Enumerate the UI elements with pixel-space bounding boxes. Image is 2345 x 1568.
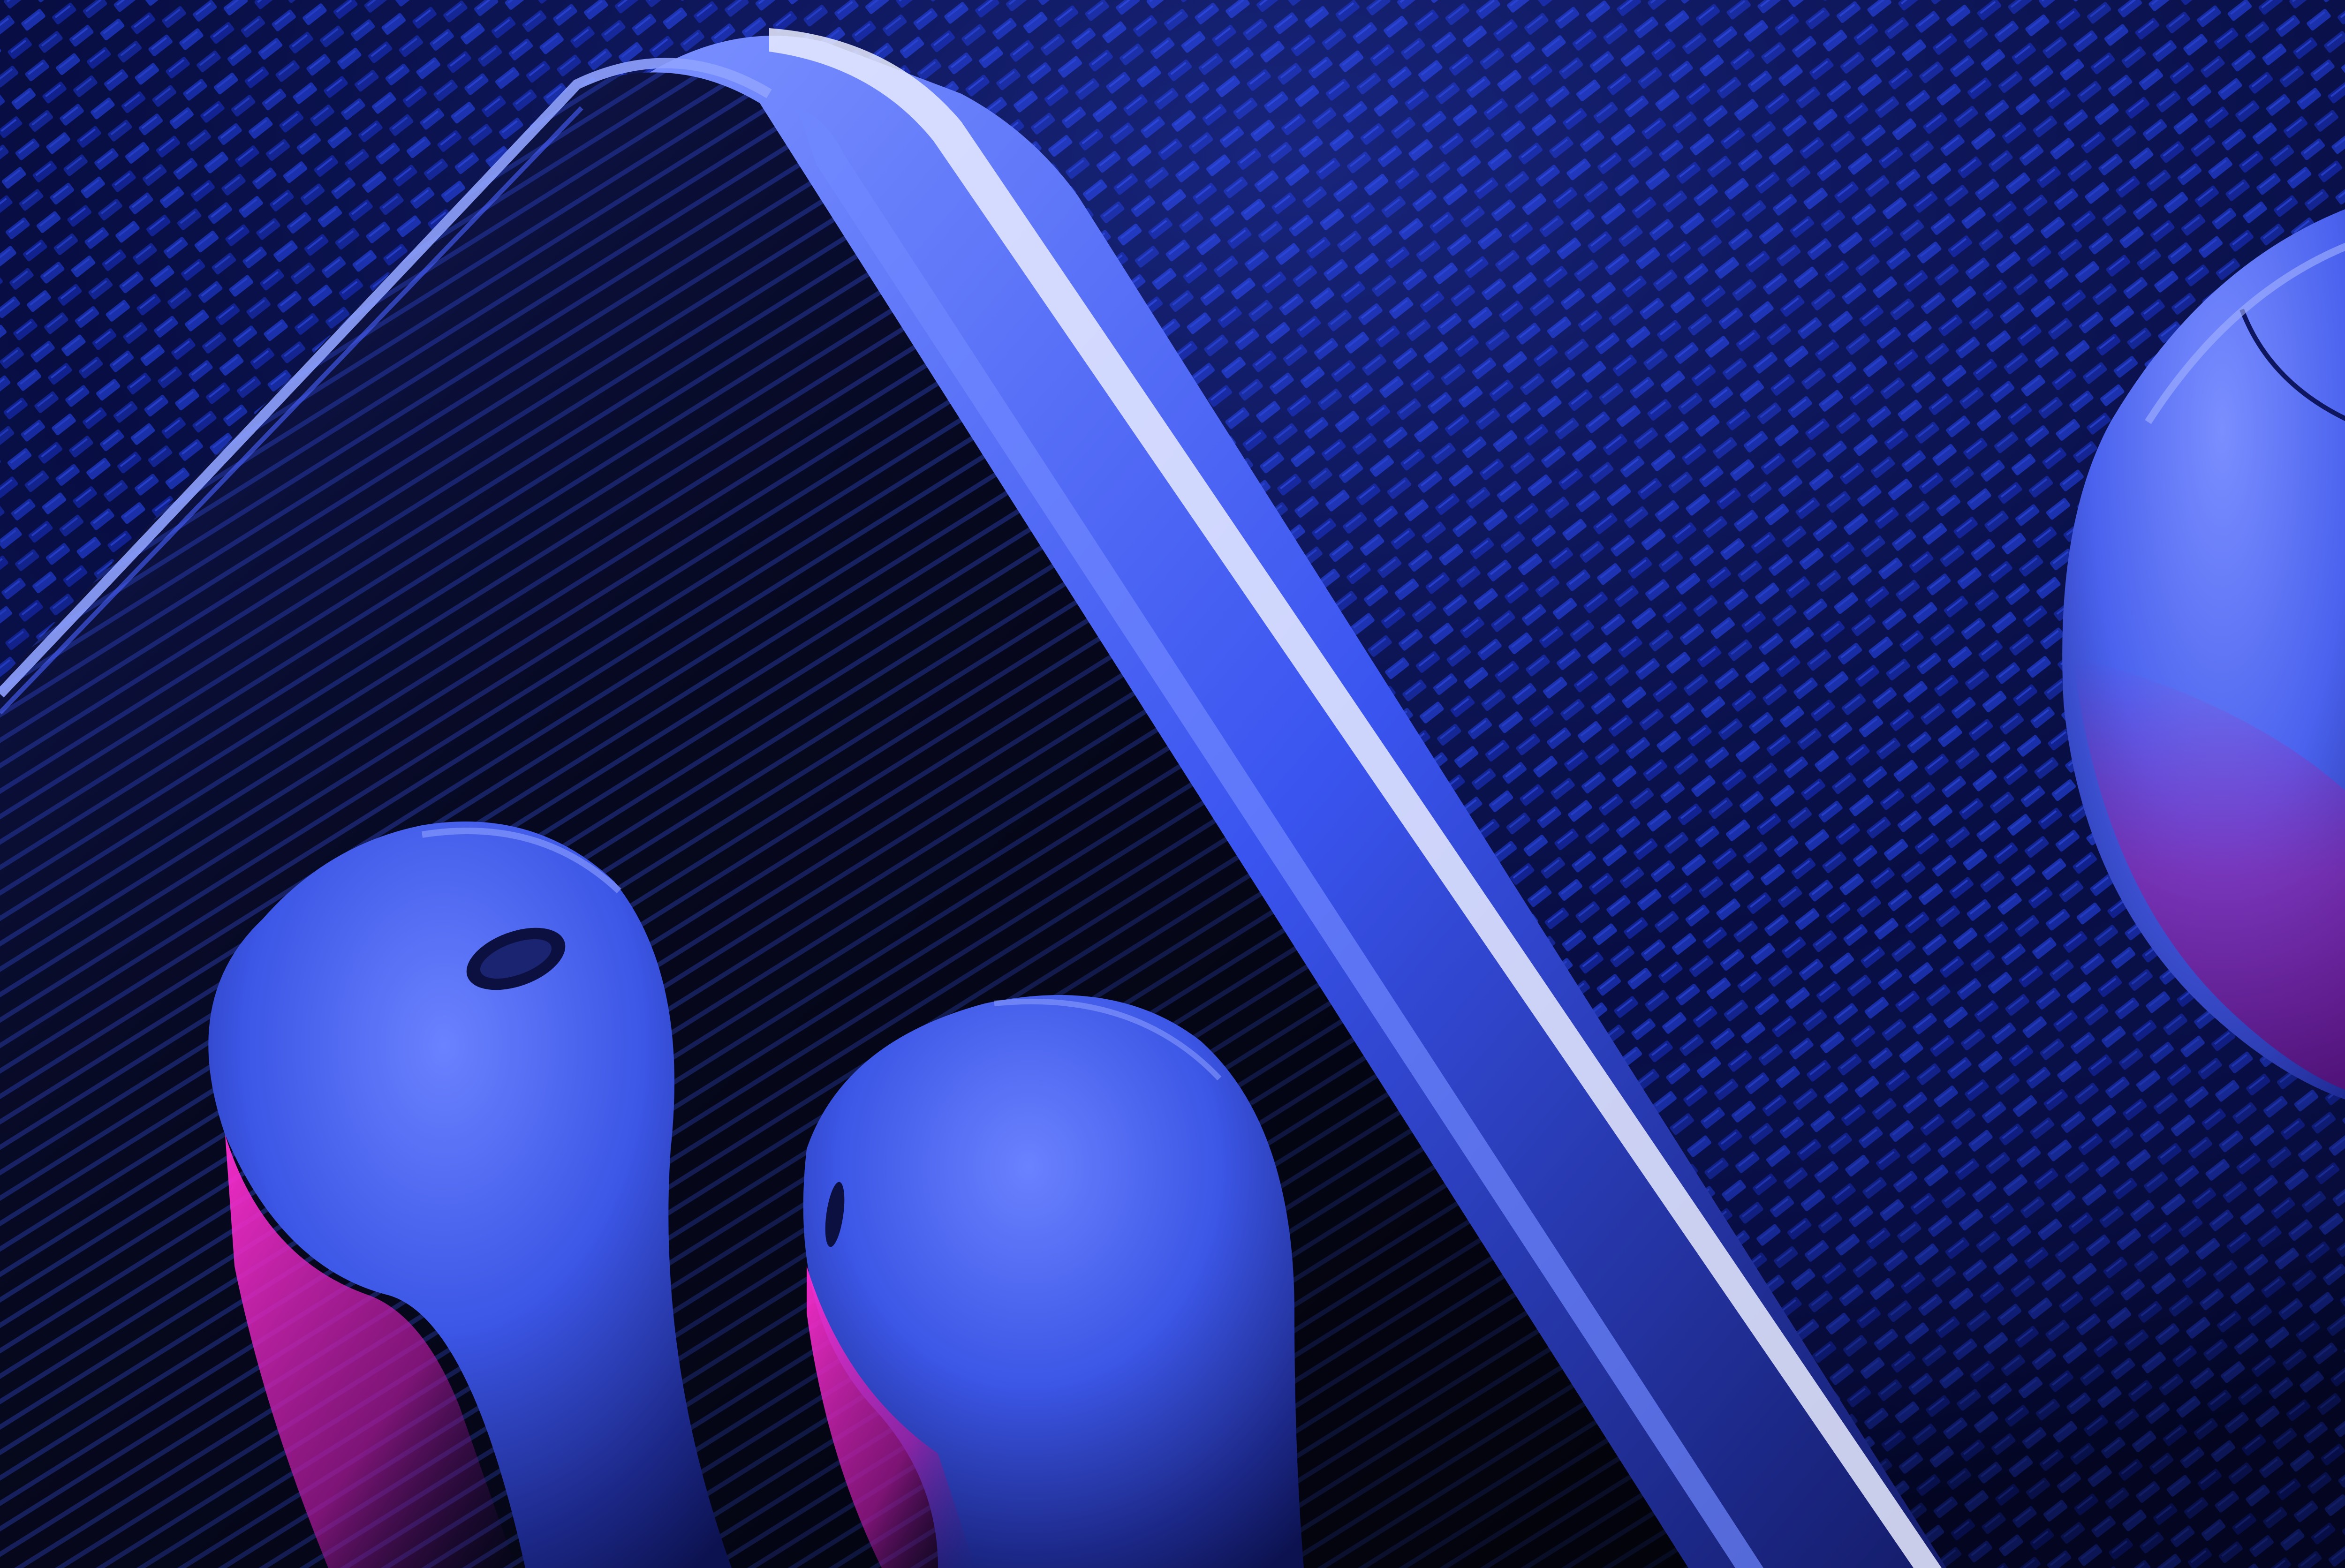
- photo-canvas: [0, 0, 2345, 1568]
- photo-scene: [0, 0, 2345, 1568]
- right-earbud: [803, 995, 1304, 1568]
